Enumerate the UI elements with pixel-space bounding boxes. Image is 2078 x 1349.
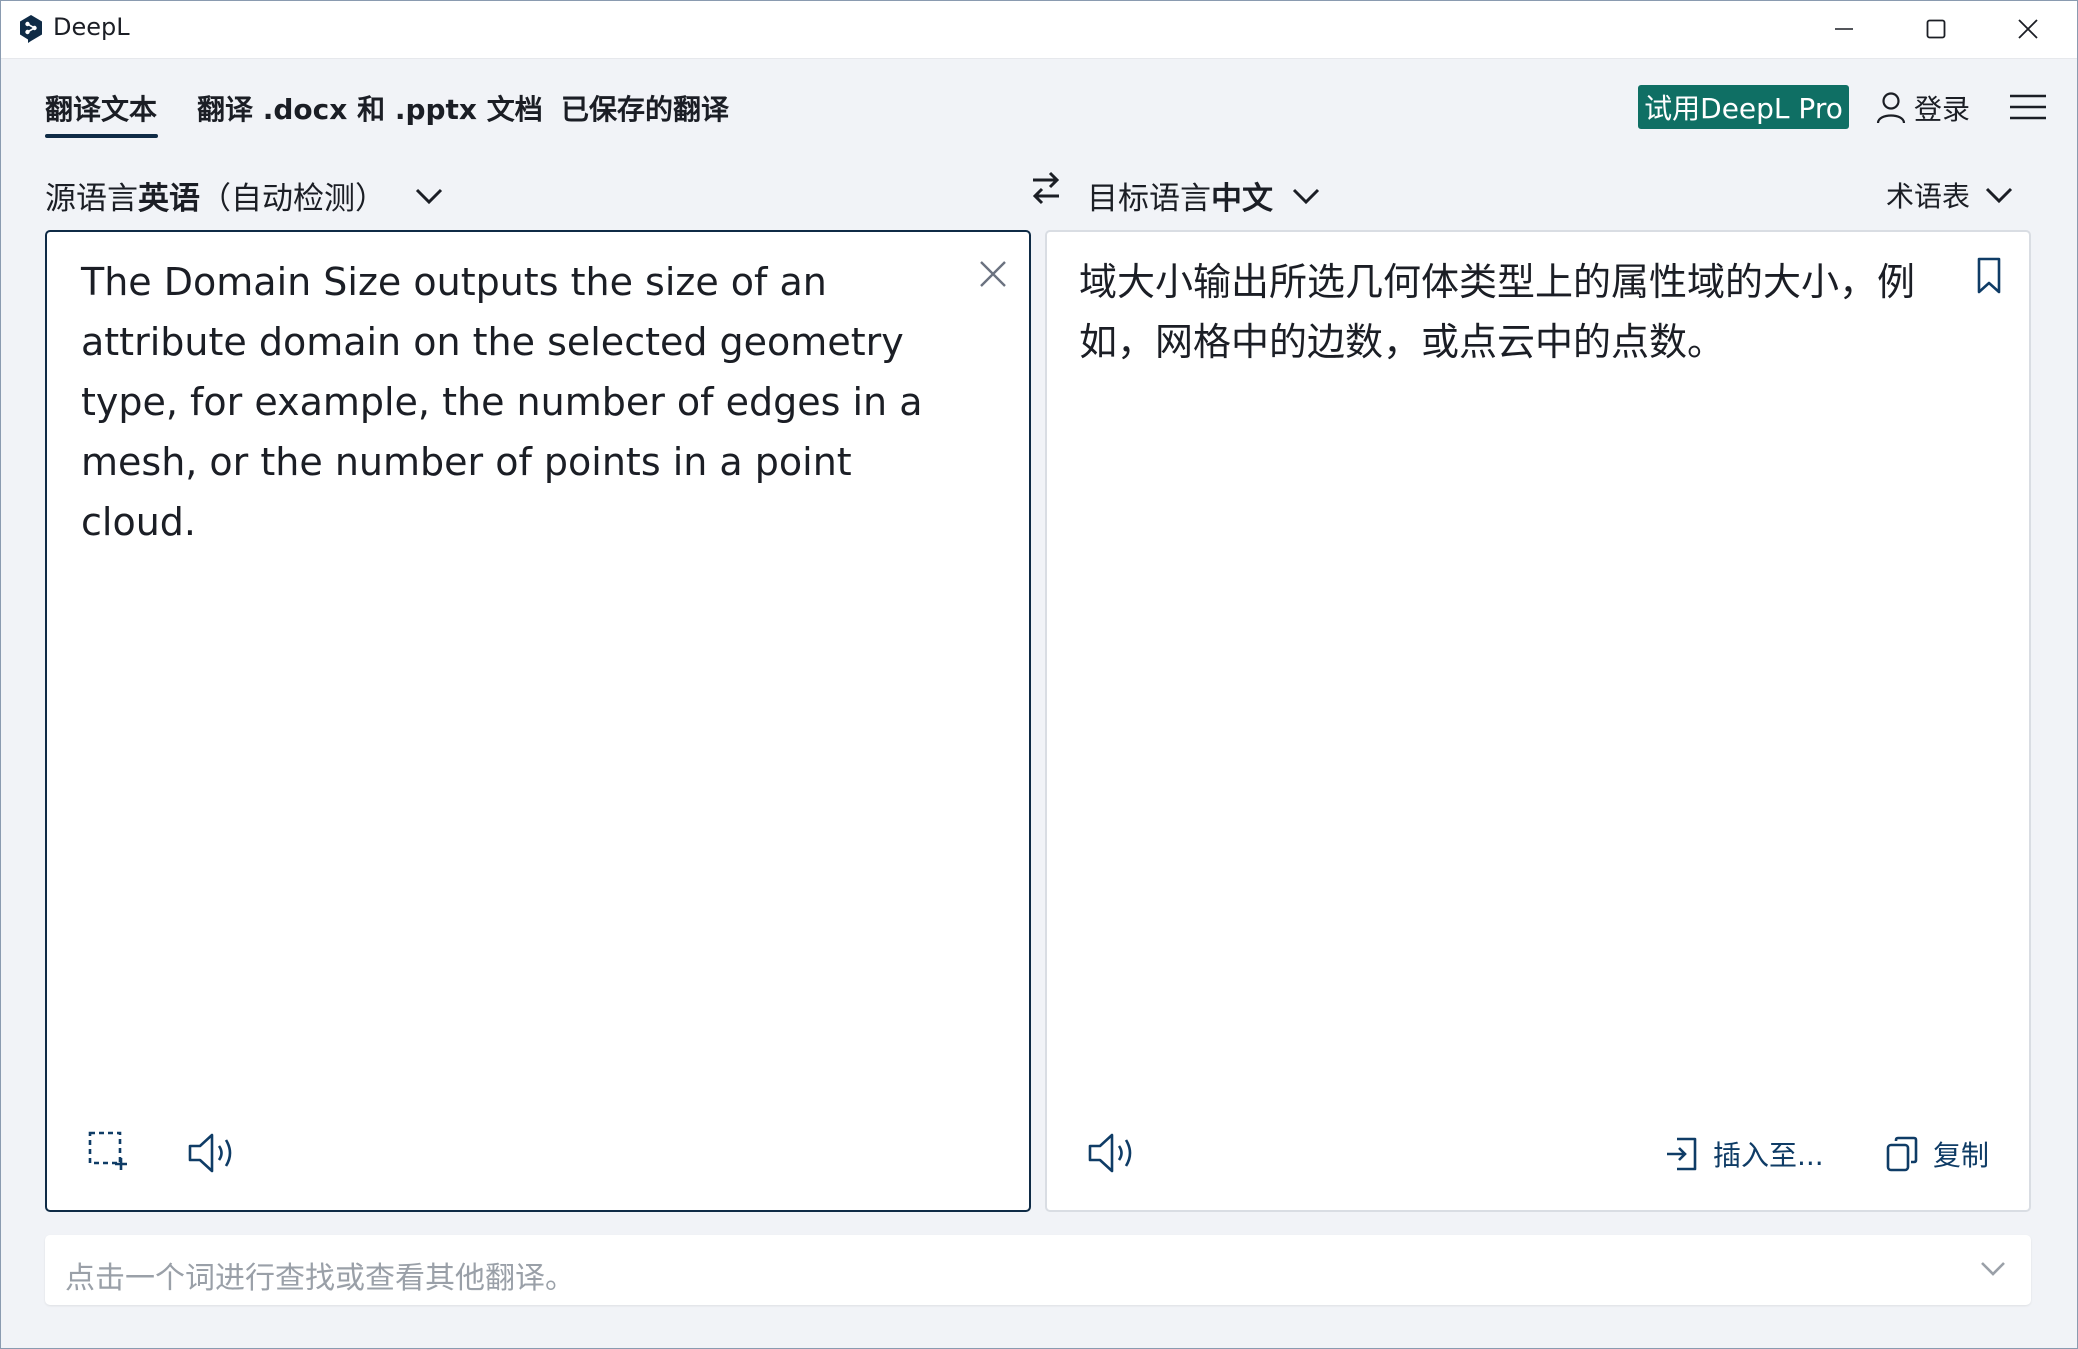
insert-icon: [1667, 1137, 1697, 1171]
maximize-button[interactable]: [1890, 0, 1982, 58]
maximize-icon: [1926, 19, 1946, 39]
copy-label: 复制: [1933, 1139, 1990, 1172]
app-title: DeepL: [53, 13, 130, 41]
hamburger-menu-icon[interactable]: [2008, 92, 2048, 122]
translated-text[interactable]: 域大小输出所选几何体类型上的属性域的大小，例如，网格中的边数，或点云中的点数。: [1079, 252, 1959, 372]
clear-icon[interactable]: [975, 256, 1011, 292]
source-language-name: 英语: [138, 181, 200, 217]
chevron-down-icon: [1292, 188, 1320, 204]
deepl-logo-icon: [20, 15, 42, 43]
swap-languages-icon[interactable]: [1029, 170, 1063, 208]
close-window-button[interactable]: [1982, 0, 2074, 58]
minimize-icon: [1835, 28, 1853, 30]
glossary-label: 术语表: [1886, 180, 1971, 213]
try-pro-button[interactable]: 试用DeepL Pro: [1638, 85, 1849, 129]
copy-icon: [1886, 1136, 1918, 1172]
source-text-input[interactable]: The Domain Size outputs the size of an a…: [81, 252, 961, 552]
active-tab-indicator: [45, 134, 158, 138]
insert-label: 插入至...: [1713, 1139, 1824, 1172]
user-icon: [1876, 92, 1906, 124]
copy-button[interactable]: 复制: [1885, 1134, 1989, 1174]
chevron-down-icon: [1985, 187, 2013, 204]
target-language-prefix: 目标语言: [1087, 181, 1211, 217]
bookmark-icon[interactable]: [1973, 256, 2005, 296]
screenshot-select-icon[interactable]: [87, 1130, 129, 1172]
target-text-panel: 域大小输出所选几何体类型上的属性域的大小，例如，网格中的边数，或点云中的点数。 …: [1045, 230, 2031, 1212]
tab-translate-documents[interactable]: 翻译 .docx 和 .pptx 文档: [197, 88, 543, 128]
glossary-button[interactable]: 术语表: [1886, 175, 2014, 215]
speaker-icon[interactable]: [187, 1130, 237, 1176]
dictionary-bar[interactable]: 点击一个词进行查找或查看其他翻译。: [45, 1235, 2031, 1305]
login-button[interactable]: 登录: [1876, 86, 1970, 130]
target-language-name: 中文: [1211, 181, 1273, 217]
chevron-down-icon: [415, 188, 443, 204]
source-language-prefix: 源语言: [45, 181, 138, 217]
dictionary-hint: 点击一个词进行查找或查看其他翻译。: [65, 1261, 575, 1296]
source-language-selector[interactable]: 源语言 英语 （自动检测）: [45, 173, 444, 218]
source-text-panel[interactable]: The Domain Size outputs the size of an a…: [45, 230, 1031, 1212]
minimize-button[interactable]: [1798, 0, 1890, 58]
title-bar: DeepL: [0, 0, 2078, 59]
speaker-icon[interactable]: [1087, 1130, 1137, 1176]
chevron-down-icon[interactable]: [1979, 1259, 2007, 1279]
login-label: 登录: [1914, 93, 1971, 126]
insert-to-button[interactable]: 插入至...: [1665, 1134, 1824, 1174]
close-icon: [2018, 19, 2038, 39]
tab-saved-translations[interactable]: 已保存的翻译: [561, 88, 729, 128]
tab-translate-text[interactable]: 翻译文本: [45, 88, 157, 128]
source-language-detect: （自动检测）: [200, 181, 386, 217]
target-language-selector[interactable]: 目标语言 中文: [1087, 173, 1321, 218]
